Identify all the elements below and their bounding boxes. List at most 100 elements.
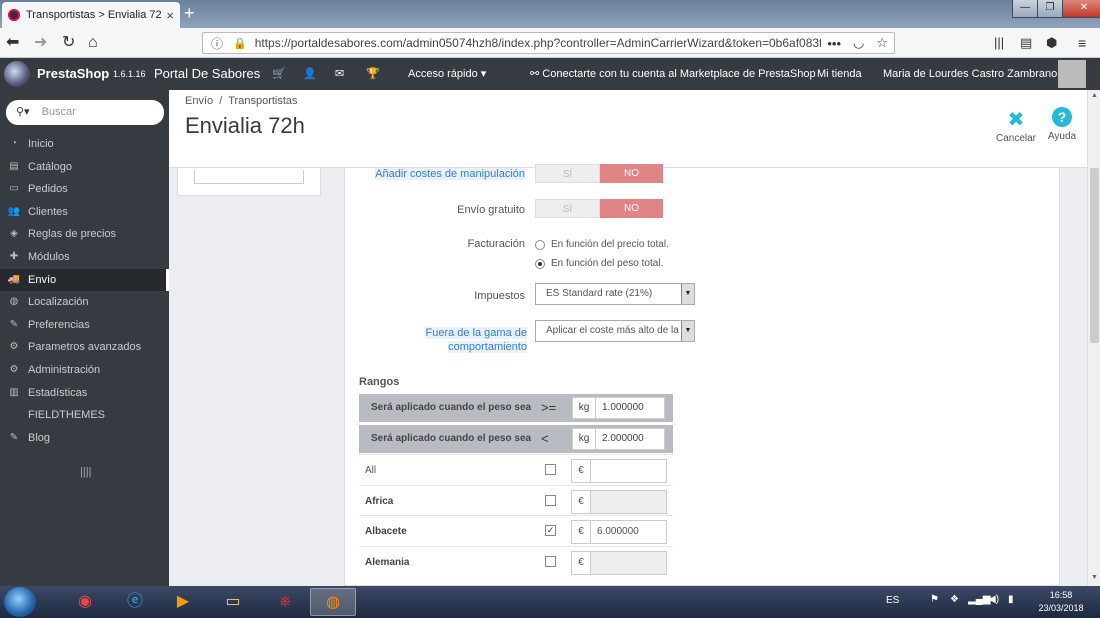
new-tab-button[interactable]: +: [184, 4, 195, 22]
users-icon: 👥: [7, 205, 21, 217]
sidebar-item-cat-logo[interactable]: ▤ Catálogo: [0, 156, 169, 178]
currency-symbol: €: [571, 489, 591, 514]
employee-menu[interactable]: Maria de Lourdes Castro Zambrano ▾: [883, 58, 1066, 90]
collapse-menu-icon[interactable]: ||||: [80, 466, 91, 478]
dropbox-icon[interactable]: ❖: [950, 594, 959, 605]
library-icon[interactable]: |||: [994, 34, 1004, 52]
sidebar-item-parametros-avanzados[interactable]: ⚙ Parametros avanzados: [0, 336, 169, 358]
search-input[interactable]: ⚲▾ Buscar: [6, 100, 164, 125]
avatar[interactable]: [1058, 60, 1086, 88]
window-close-button[interactable]: ✕: [1062, 0, 1100, 18]
my-shop-link[interactable]: Mi tienda: [817, 58, 862, 90]
sidebar-item-fieldthemes[interactable]: FIELDTHEMES: [0, 404, 169, 426]
out-of-range-select[interactable]: Aplicar el coste más alto de la ▼: [535, 320, 695, 342]
forward-icon[interactable]: ➜: [34, 34, 47, 52]
file-explorer-icon[interactable]: ▭: [210, 588, 256, 616]
window-maximize-button[interactable]: ❐: [1037, 0, 1063, 18]
sidebar-item-administraci-n[interactable]: ⚙ Administración: [0, 359, 169, 381]
zone-checkbox[interactable]: [545, 464, 556, 475]
globe-icon: ◍: [9, 296, 19, 308]
range-value-input[interactable]: 1.000000: [595, 397, 665, 419]
scrollbar-thumb[interactable]: [1090, 168, 1099, 343]
home-icon[interactable]: ⌂: [88, 34, 98, 52]
billing-by-weight-radio[interactable]: En función del peso total.: [535, 258, 663, 269]
tax-select[interactable]: ES Standard rate (21%) ▼: [535, 283, 695, 305]
menu-icon[interactable]: ≡: [1078, 34, 1086, 52]
free-shipping-no-option[interactable]: NO: [600, 199, 663, 218]
sidebar-item-m-dulos[interactable]: ✚ Módulos: [0, 246, 169, 268]
sidebar-item-estad-sticas[interactable]: ▥ Estadísticas: [0, 382, 169, 404]
handling-yes-option[interactable]: SÍ: [535, 164, 600, 183]
scroll-down-icon[interactable]: ▼: [1091, 574, 1098, 581]
sidebar-item-inicio[interactable]: ◔ Inicio: [0, 133, 169, 155]
zone-checkbox[interactable]: ✓: [545, 525, 556, 536]
pocket-icon[interactable]: ◡: [853, 35, 864, 51]
zone-checkbox[interactable]: [545, 494, 556, 506]
handling-no-option[interactable]: NO: [600, 164, 663, 183]
reload-icon[interactable]: ↻: [62, 34, 75, 52]
volume-icon[interactable]: ◀): [988, 594, 999, 605]
user-icon[interactable]: 👤: [303, 58, 317, 90]
cart-icon[interactable]: 🛒: [272, 58, 286, 90]
sidebar-item-blog[interactable]: ✎ Blog: [0, 427, 169, 449]
zone-price-input[interactable]: [590, 459, 667, 483]
browser-tab[interactable]: Transportistas > Envialia 72h - ×: [2, 2, 180, 28]
page-scrollbar[interactable]: ▲ ▼: [1087, 90, 1100, 586]
sidebar-item-localizaci-n[interactable]: ◍ Localización: [0, 291, 169, 313]
sidebar-item-preferencias[interactable]: ✎ Preferencias: [0, 314, 169, 336]
sidebar-item-env-o[interactable]: 🚚 Envío: [0, 268, 169, 291]
prestashop-logo-icon[interactable]: [4, 61, 30, 87]
zone-name: All: [365, 465, 377, 476]
page-actions-icon[interactable]: •••: [827, 36, 841, 51]
sidebar-toggle-icon[interactable]: ▤: [1020, 34, 1032, 52]
free-shipping-yes-option[interactable]: SÍ: [535, 199, 600, 218]
radio-button[interactable]: [535, 239, 545, 250]
zone-price-input[interactable]: [590, 550, 667, 575]
free-shipping-switch[interactable]: SÍ NO: [535, 199, 663, 218]
page-info-icon[interactable]: ⓘ: [211, 35, 223, 52]
envelope-icon[interactable]: ✉: [335, 58, 344, 90]
battery-icon[interactable]: ▮: [1008, 594, 1014, 605]
help-button[interactable]: ? Ayuda: [1039, 107, 1085, 142]
address-bar[interactable]: ⓘ 🔒 https://portaldesabores.com/admin050…: [202, 32, 895, 54]
employee-name: Maria de Lourdes Castro Zambrano: [883, 68, 1058, 80]
acrobat-icon[interactable]: ⎈: [262, 588, 308, 616]
billing-by-price-radio[interactable]: En función del precio total.: [535, 239, 669, 250]
range-row: Será aplicado cuando el peso sea >= kg 1.00…: [359, 394, 673, 422]
tab-close-icon[interactable]: ×: [166, 8, 174, 23]
start-button[interactable]: [4, 587, 36, 617]
sidebar-item-reglas-de-precios[interactable]: ◈ Reglas de precios: [0, 223, 169, 245]
trophy-icon[interactable]: 🏆: [366, 58, 380, 90]
url-text[interactable]: https://portaldesabores.com/admin05074hz…: [255, 36, 822, 50]
sidebar-item-clientes[interactable]: 👥 Clientes: [0, 201, 169, 223]
breadcrumb-shipping[interactable]: Envío: [185, 95, 213, 107]
firefox-icon[interactable]: ◍: [310, 588, 356, 616]
zone-price-input[interactable]: 6.000000: [590, 520, 667, 544]
sidebar-item-pedidos[interactable]: ▭ Pedidos: [0, 178, 169, 200]
media-player-icon[interactable]: ▶: [160, 588, 206, 616]
bookmark-star-icon[interactable]: ☆: [876, 35, 888, 51]
range-value-input[interactable]: 2.000000: [595, 428, 665, 450]
search-icon[interactable]: ⚲▾: [16, 106, 30, 118]
handling-costs-switch[interactable]: SÍ NO: [535, 164, 663, 183]
back-icon[interactable]: ⬅: [6, 34, 19, 52]
marketplace-link[interactable]: ⚯ Conectarte con tu cuenta al Marketplac…: [530, 58, 816, 90]
chrome-icon[interactable]: ◉: [62, 588, 108, 616]
flag-icon[interactable]: ⚑: [930, 594, 939, 605]
cancel-button[interactable]: ✖ Cancelar: [993, 107, 1039, 144]
window-minimize-button[interactable]: —: [1012, 0, 1038, 18]
zone-price-input[interactable]: [590, 489, 667, 514]
help-icon: ?: [1052, 107, 1072, 127]
zone-checkbox[interactable]: [545, 555, 556, 567]
radio-button-selected[interactable]: [535, 258, 545, 269]
scroll-up-icon[interactable]: ▲: [1091, 92, 1098, 99]
language-indicator[interactable]: ES: [886, 595, 899, 606]
extension-icon[interactable]: ⬢: [1046, 34, 1057, 52]
breadcrumb-carriers[interactable]: Transportistas: [228, 95, 297, 107]
browser-navigation-bar: ⬅ ➜ ↻ ⌂ ⓘ 🔒 https://portaldesabores.com/…: [0, 28, 1100, 58]
clock[interactable]: 16:58 23/03/2018: [1030, 589, 1092, 615]
quick-access-menu[interactable]: Acceso rápido ▾: [408, 58, 486, 90]
chevron-down-icon[interactable]: ▼: [681, 284, 694, 304]
chevron-down-icon[interactable]: ▼: [681, 321, 694, 341]
internet-explorer-icon[interactable]: ⓔ: [112, 588, 158, 616]
